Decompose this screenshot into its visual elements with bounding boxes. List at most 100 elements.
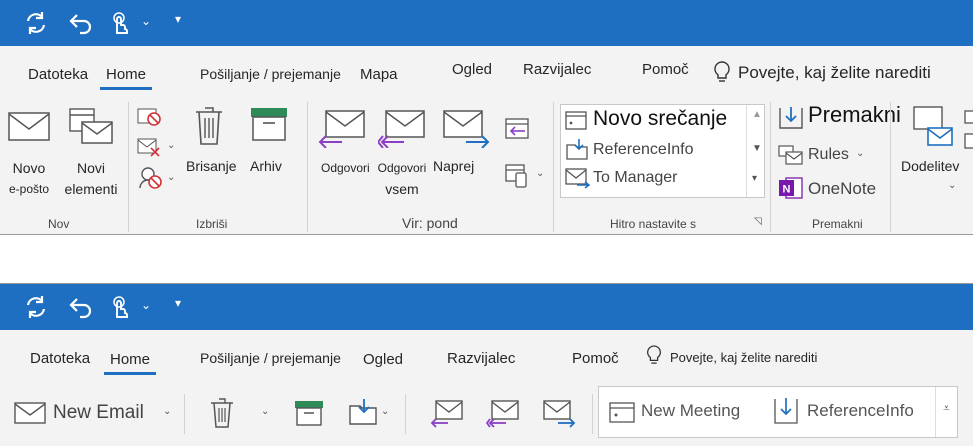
- touch-mode-icon[interactable]: [106, 293, 134, 321]
- tab-home[interactable]: Home: [99, 66, 153, 90]
- archive-icon[interactable]: [294, 400, 324, 426]
- screen-divider: [0, 234, 973, 284]
- tab-send-receive[interactable]: Pošiljanje / prejemanje: [200, 66, 341, 82]
- customize-toolbar-icon[interactable]: ▾: [175, 296, 181, 310]
- sync-icon[interactable]: [22, 293, 50, 321]
- assign-chevron-icon[interactable]: ⌄: [948, 180, 956, 191]
- group-new-label: Nov: [48, 217, 70, 231]
- more-respond-icon[interactable]: [504, 162, 530, 188]
- tab-folder[interactable]: Mapa: [360, 66, 398, 83]
- quick-steps-gallery-bottom: New Meeting ReferenceInfo ⩡: [598, 386, 958, 438]
- group-separator: [553, 102, 554, 232]
- quick-step-new-meeting[interactable]: New Meeting: [641, 401, 740, 421]
- group-separator: [184, 394, 185, 434]
- archive-icon: [251, 108, 287, 141]
- quick-step-new-meeting[interactable]: Novo srečanje: [593, 107, 727, 131]
- ribbon-top: Novo e-pošto Novi elementi Nov ⌄ ⌄ Brisa…: [0, 96, 973, 234]
- tab-developer[interactable]: Razvijalec: [447, 350, 515, 367]
- move-icon[interactable]: [348, 398, 378, 426]
- quick-step-reference-info[interactable]: ReferenceInfo: [807, 401, 914, 421]
- tab-home[interactable]: Home: [103, 351, 157, 375]
- archive-button[interactable]: Arhiv: [250, 156, 282, 177]
- delete-icon: [196, 107, 222, 145]
- delete-button[interactable]: Brisanje: [186, 156, 237, 177]
- tab-file[interactable]: Datoteka: [28, 66, 88, 83]
- quick-step-to-manager[interactable]: To Manager: [593, 169, 678, 187]
- forward-icon: [443, 110, 490, 148]
- move-to-folder-icon: [566, 139, 588, 160]
- tab-view[interactable]: Ogled: [452, 61, 492, 78]
- new-email-button[interactable]: Novo e-pošto: [0, 158, 58, 200]
- clean-up-chevron-icon[interactable]: ⌄: [167, 140, 175, 151]
- delete-chevron-icon[interactable]: ⌄: [261, 406, 269, 417]
- junk-chevron-icon[interactable]: ⌄: [167, 172, 175, 183]
- assign-policy-icon: [913, 106, 953, 146]
- move-button[interactable]: Premakni: [808, 104, 901, 126]
- assign-policy-button[interactable]: Dodelitev: [901, 156, 959, 177]
- move-icon: [779, 107, 803, 129]
- ribbon-tabs: Datoteka Home Pošiljanje / prejemanje Ma…: [0, 46, 973, 96]
- quick-steps-expand[interactable]: ⩡: [935, 387, 957, 437]
- rules-button[interactable]: Rules: [808, 144, 849, 165]
- scroll-down-icon[interactable]: ▼: [752, 143, 762, 154]
- move-chevron-icon[interactable]: ⌄: [381, 406, 389, 417]
- quick-steps-scrollbar[interactable]: ▲ ▼ ▾: [746, 105, 764, 197]
- sync-icon[interactable]: [22, 9, 50, 37]
- quick-step-reference-info[interactable]: ReferenceInfo: [593, 141, 694, 159]
- new-email-icon: [8, 112, 50, 141]
- meeting-reply-icon[interactable]: [504, 116, 530, 140]
- quick-steps-gallery: Novo srečanje ReferenceInfo To Manager ▲…: [560, 104, 765, 198]
- touch-mode-icon[interactable]: [106, 9, 134, 37]
- new-items-label-2: elementi: [64, 181, 118, 197]
- reply-button[interactable]: Odgovori: [321, 158, 370, 179]
- tab-help[interactable]: Pomoč: [642, 61, 689, 78]
- quick-access-toolbar: ⌄ ▾: [0, 0, 973, 46]
- new-email-label-1: Novo: [12, 160, 46, 176]
- more-respond-chevron-icon[interactable]: ⌄: [536, 168, 544, 179]
- ignore-icon[interactable]: [137, 106, 163, 128]
- gallery-expand-icon[interactable]: ⩡: [943, 401, 950, 416]
- new-items-icon: [69, 108, 113, 144]
- reply-all-icon[interactable]: [486, 400, 520, 428]
- tab-file[interactable]: Datoteka: [30, 350, 90, 367]
- quick-steps-dialog-launcher-icon[interactable]: ◹: [754, 216, 762, 227]
- tags-icon: [964, 110, 973, 149]
- tab-send-receive[interactable]: Pošiljanje / prejemanje: [200, 350, 341, 366]
- scroll-up-icon[interactable]: ▲: [752, 109, 762, 120]
- reply-all-button[interactable]: Odgovori vsem: [374, 158, 430, 200]
- reply-icon: [318, 110, 365, 148]
- tell-me-input[interactable]: Povejte, kaj želite narediti: [738, 63, 931, 83]
- clean-up-icon[interactable]: [137, 136, 163, 158]
- tab-view[interactable]: Ogled: [363, 351, 403, 368]
- quick-access-toolbar-bottom: ⌄ ▾: [0, 284, 973, 330]
- group-separator: [405, 394, 406, 434]
- touch-mode-chevron-icon[interactable]: ⌄: [141, 298, 151, 312]
- undo-icon[interactable]: [66, 9, 94, 37]
- onenote-icon: N: [779, 177, 803, 199]
- calendar-icon: [565, 111, 587, 130]
- forward-email-icon: [565, 168, 591, 189]
- tab-developer[interactable]: Razvijalec: [523, 61, 591, 78]
- onenote-button[interactable]: OneNote: [808, 178, 876, 199]
- gallery-expand-icon[interactable]: ▾: [752, 173, 757, 184]
- touch-mode-chevron-icon[interactable]: ⌄: [141, 14, 151, 28]
- junk-icon[interactable]: [137, 166, 163, 190]
- group-delete-label: Izbriši: [196, 217, 228, 231]
- tell-me-input[interactable]: Povejte, kaj želite narediti: [670, 350, 817, 365]
- forward-button[interactable]: Naprej: [433, 156, 474, 177]
- customize-toolbar-icon[interactable]: ▾: [175, 12, 181, 26]
- group-move-label: Premakni: [812, 217, 863, 231]
- forward-icon[interactable]: [542, 400, 576, 428]
- group-quicksteps-label: Hitro nastavite s: [610, 217, 697, 231]
- new-email-chevron-icon[interactable]: ⌄: [163, 406, 171, 417]
- group-respond-label: Vir: pond: [402, 215, 458, 231]
- new-email-label-2: e-pošto: [8, 182, 50, 196]
- new-email-button[interactable]: New Email: [53, 402, 144, 423]
- reply-icon[interactable]: [430, 400, 464, 428]
- svg-text:N: N: [783, 184, 791, 196]
- undo-icon[interactable]: [66, 293, 94, 321]
- rules-chevron-icon[interactable]: ⌄: [856, 148, 864, 159]
- delete-icon[interactable]: [210, 398, 234, 428]
- new-items-button[interactable]: Novi elementi: [60, 158, 122, 200]
- tab-help[interactable]: Pomoč: [572, 350, 619, 367]
